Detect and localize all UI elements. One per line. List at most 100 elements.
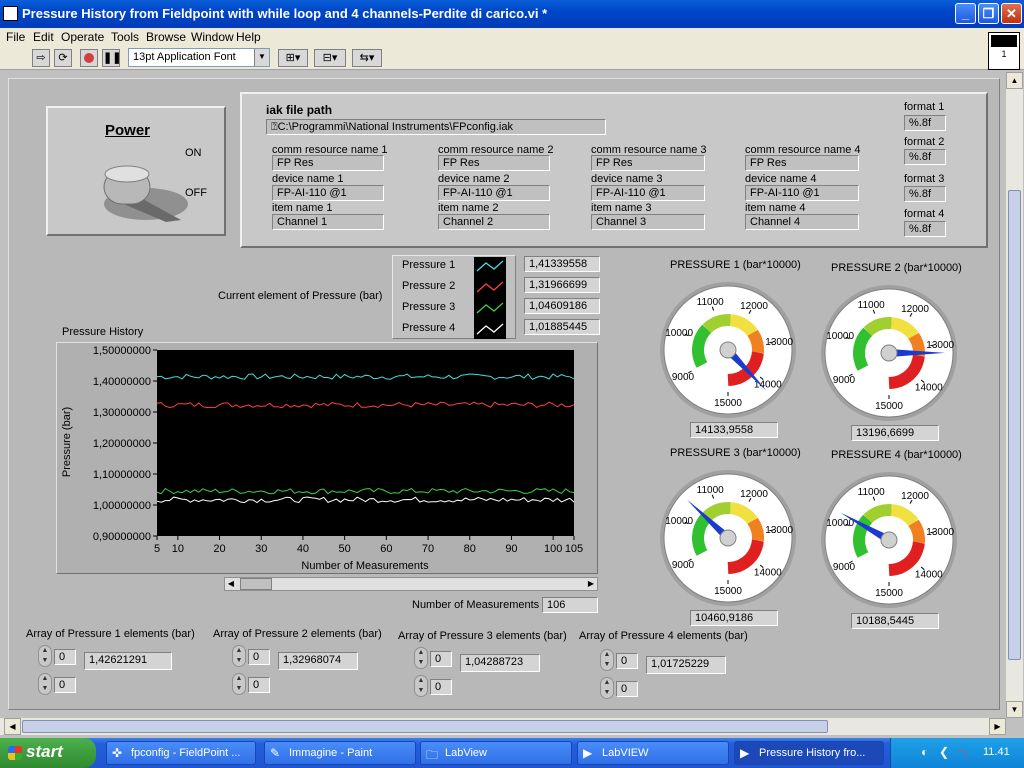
task-fpconfig[interactable]: ✜ fpconfig - FieldPoint ... (106, 741, 256, 765)
scroll-up-icon[interactable]: ▲ (1006, 72, 1023, 89)
align-objects-icon[interactable]: ⊞▾ (278, 49, 308, 67)
power-toggle-switch[interactable] (96, 160, 196, 224)
run-arrow-icon[interactable]: ⇨ (32, 49, 50, 67)
array-1-index1-spinner[interactable]: ▲ ▼ (38, 645, 52, 667)
graph-scroll-thumb[interactable] (240, 578, 272, 590)
menu-operate[interactable]: Operate (61, 30, 104, 44)
task-pressure-history[interactable]: ▶ Pressure History fro... (734, 741, 884, 765)
reorder-icon[interactable]: ⇆▾ (352, 49, 382, 67)
window-title: Pressure History from Fieldpoint with wh… (22, 6, 548, 21)
array-3-index2-spinner[interactable]: ▲ ▼ (414, 675, 428, 697)
run-continuously-icon[interactable]: ⟳ (54, 49, 72, 67)
activity-icon[interactable]: 〽 (957, 744, 970, 763)
vertical-scroll-thumb[interactable] (1008, 190, 1021, 660)
system-tray: ◐ ❮ 〽 11.41 (890, 738, 1024, 768)
gauge-color-band (747, 329, 764, 353)
array-1-element: 1,42621291 (84, 652, 172, 670)
current-pressure-3-value: 1,04609186 (524, 298, 600, 314)
gauge-hub (719, 341, 737, 359)
current-pressure-2-value: 1,31966699 (524, 277, 600, 293)
task-paint[interactable]: ✎ Immagine - Paint (264, 741, 416, 765)
title-bar: Pressure History from Fieldpoint with wh… (0, 0, 1024, 28)
array-4-index1-spinner[interactable]: ▲ ▼ (600, 649, 614, 671)
gauge-tick-label: 10000 (665, 516, 693, 527)
scroll-right-icon[interactable]: ▶ (584, 577, 598, 591)
comm-resource-1-field[interactable]: FP Res (272, 155, 384, 171)
restore-button[interactable]: ❐ (978, 3, 999, 24)
scroll-down-icon[interactable]: ▼ (1006, 701, 1023, 718)
menu-window[interactable]: Window (191, 30, 234, 44)
array-2-index1-spinner[interactable]: ▲ ▼ (232, 645, 246, 667)
iak-path-field[interactable]: ⍰C:\Programmi\National Instruments\FPcon… (266, 119, 606, 135)
array-3-index1[interactable]: 0 (430, 651, 452, 667)
item-1-field[interactable]: Channel 1 (272, 214, 384, 230)
scroll-left-window-icon[interactable]: ◀ (4, 718, 21, 735)
comm-resource-3-field[interactable]: FP Res (591, 155, 705, 171)
gauge-hub (719, 529, 737, 547)
format-2-label: format 2 (904, 136, 945, 148)
task-labview[interactable]: ▶ LabVIEW (577, 741, 729, 765)
graph-scrollbar[interactable] (224, 577, 598, 591)
scroll-right-window-icon[interactable]: ▶ (989, 718, 1006, 735)
format-1-field[interactable]: %.8f (904, 115, 946, 131)
format-4-field[interactable]: %.8f (904, 221, 946, 237)
item-4-field[interactable]: Channel 4 (745, 214, 859, 230)
font-select[interactable]: 13pt Application Font ▼ (128, 48, 270, 67)
gauge-tick-label: 13000 (926, 527, 954, 538)
back-arrow-icon[interactable]: ❮ (939, 745, 949, 759)
menu-browse[interactable]: Browse (146, 30, 186, 44)
toolbar: ⇨ ⟳ ❚❚ 13pt Application Font ▼ ⊞▾ ⊟▾ ⇆▾ … (0, 32, 1024, 70)
array-2-index2-spinner[interactable]: ▲ ▼ (232, 673, 246, 695)
array-1-index1[interactable]: 0 (54, 649, 76, 665)
array-2-index2[interactable]: 0 (248, 677, 270, 693)
format-2-field[interactable]: %.8f (904, 149, 946, 165)
x-axis-label: Number of Measurements (301, 560, 429, 572)
menu-edit[interactable]: Edit (33, 30, 54, 44)
array-4-index1[interactable]: 0 (616, 653, 638, 669)
array-3-index1-spinner[interactable]: ▲ ▼ (414, 647, 428, 669)
task-labview-folder[interactable]: 🗀 LabView (420, 741, 572, 765)
x-tick-label: 90 (505, 543, 517, 555)
menu-tools[interactable]: Tools (111, 30, 139, 44)
device-4-field[interactable]: FP-AI-110 @1 (745, 185, 859, 201)
array-4-index2[interactable]: 0 (616, 681, 638, 697)
start-label: start (26, 742, 63, 761)
network-icon[interactable]: ◐ (921, 745, 928, 759)
current-element-label: Current element of Pressure (bar) (218, 290, 383, 302)
gauge-tick-label: 15000 (875, 401, 903, 412)
abort-icon[interactable] (80, 49, 98, 67)
minimize-button[interactable]: _ (955, 3, 976, 24)
measurements-label: Number of Measurements (412, 599, 540, 611)
menu-help[interactable]: Help (236, 30, 261, 44)
menu-file[interactable]: File (6, 30, 25, 44)
device-3-field[interactable]: FP-AI-110 @1 (591, 185, 705, 201)
horizontal-scroll-thumb[interactable] (22, 720, 828, 733)
scroll-left-icon[interactable]: ◀ (224, 577, 238, 591)
device-2-label: device name 2 (438, 173, 510, 185)
item-3-field[interactable]: Channel 3 (591, 214, 705, 230)
array-4-index2-spinner[interactable]: ▲ ▼ (600, 677, 614, 699)
chevron-down-icon: ▼ (254, 49, 269, 66)
array-1-index2[interactable]: 0 (54, 677, 76, 693)
power-label: Power (105, 122, 151, 139)
taskbar: start ✜ fpconfig - FieldPoint ... ✎ Immagi… (0, 738, 1024, 768)
pause-icon[interactable]: ❚❚ (102, 49, 121, 67)
item-2-field[interactable]: Channel 2 (438, 214, 550, 230)
distribute-objects-icon[interactable]: ⊟▾ (314, 49, 346, 67)
device-2-field[interactable]: FP-AI-110 @1 (438, 185, 550, 201)
array-1-index2-spinner[interactable]: ▲ ▼ (38, 673, 52, 695)
device-1-field[interactable]: FP-AI-110 @1 (272, 185, 384, 201)
close-button[interactable]: ✕ (1001, 3, 1022, 24)
x-tick-label: 70 (422, 543, 434, 555)
comm-resource-4-field[interactable]: FP Res (745, 155, 859, 171)
comm-resource-2-field[interactable]: FP Res (438, 155, 550, 171)
item-3-label: item name 3 (591, 202, 652, 214)
gauge-tick-label: 13000 (926, 340, 954, 351)
x-tick-label: 105 (565, 543, 583, 555)
font-select-value: 13pt Application Font (133, 51, 236, 63)
array-2-index1[interactable]: 0 (248, 649, 270, 665)
format-3-field[interactable]: %.8f (904, 186, 946, 202)
start-button[interactable]: start (0, 738, 96, 768)
array-3-index2[interactable]: 0 (430, 679, 452, 695)
gauge-tick-label: 15000 (875, 588, 903, 599)
